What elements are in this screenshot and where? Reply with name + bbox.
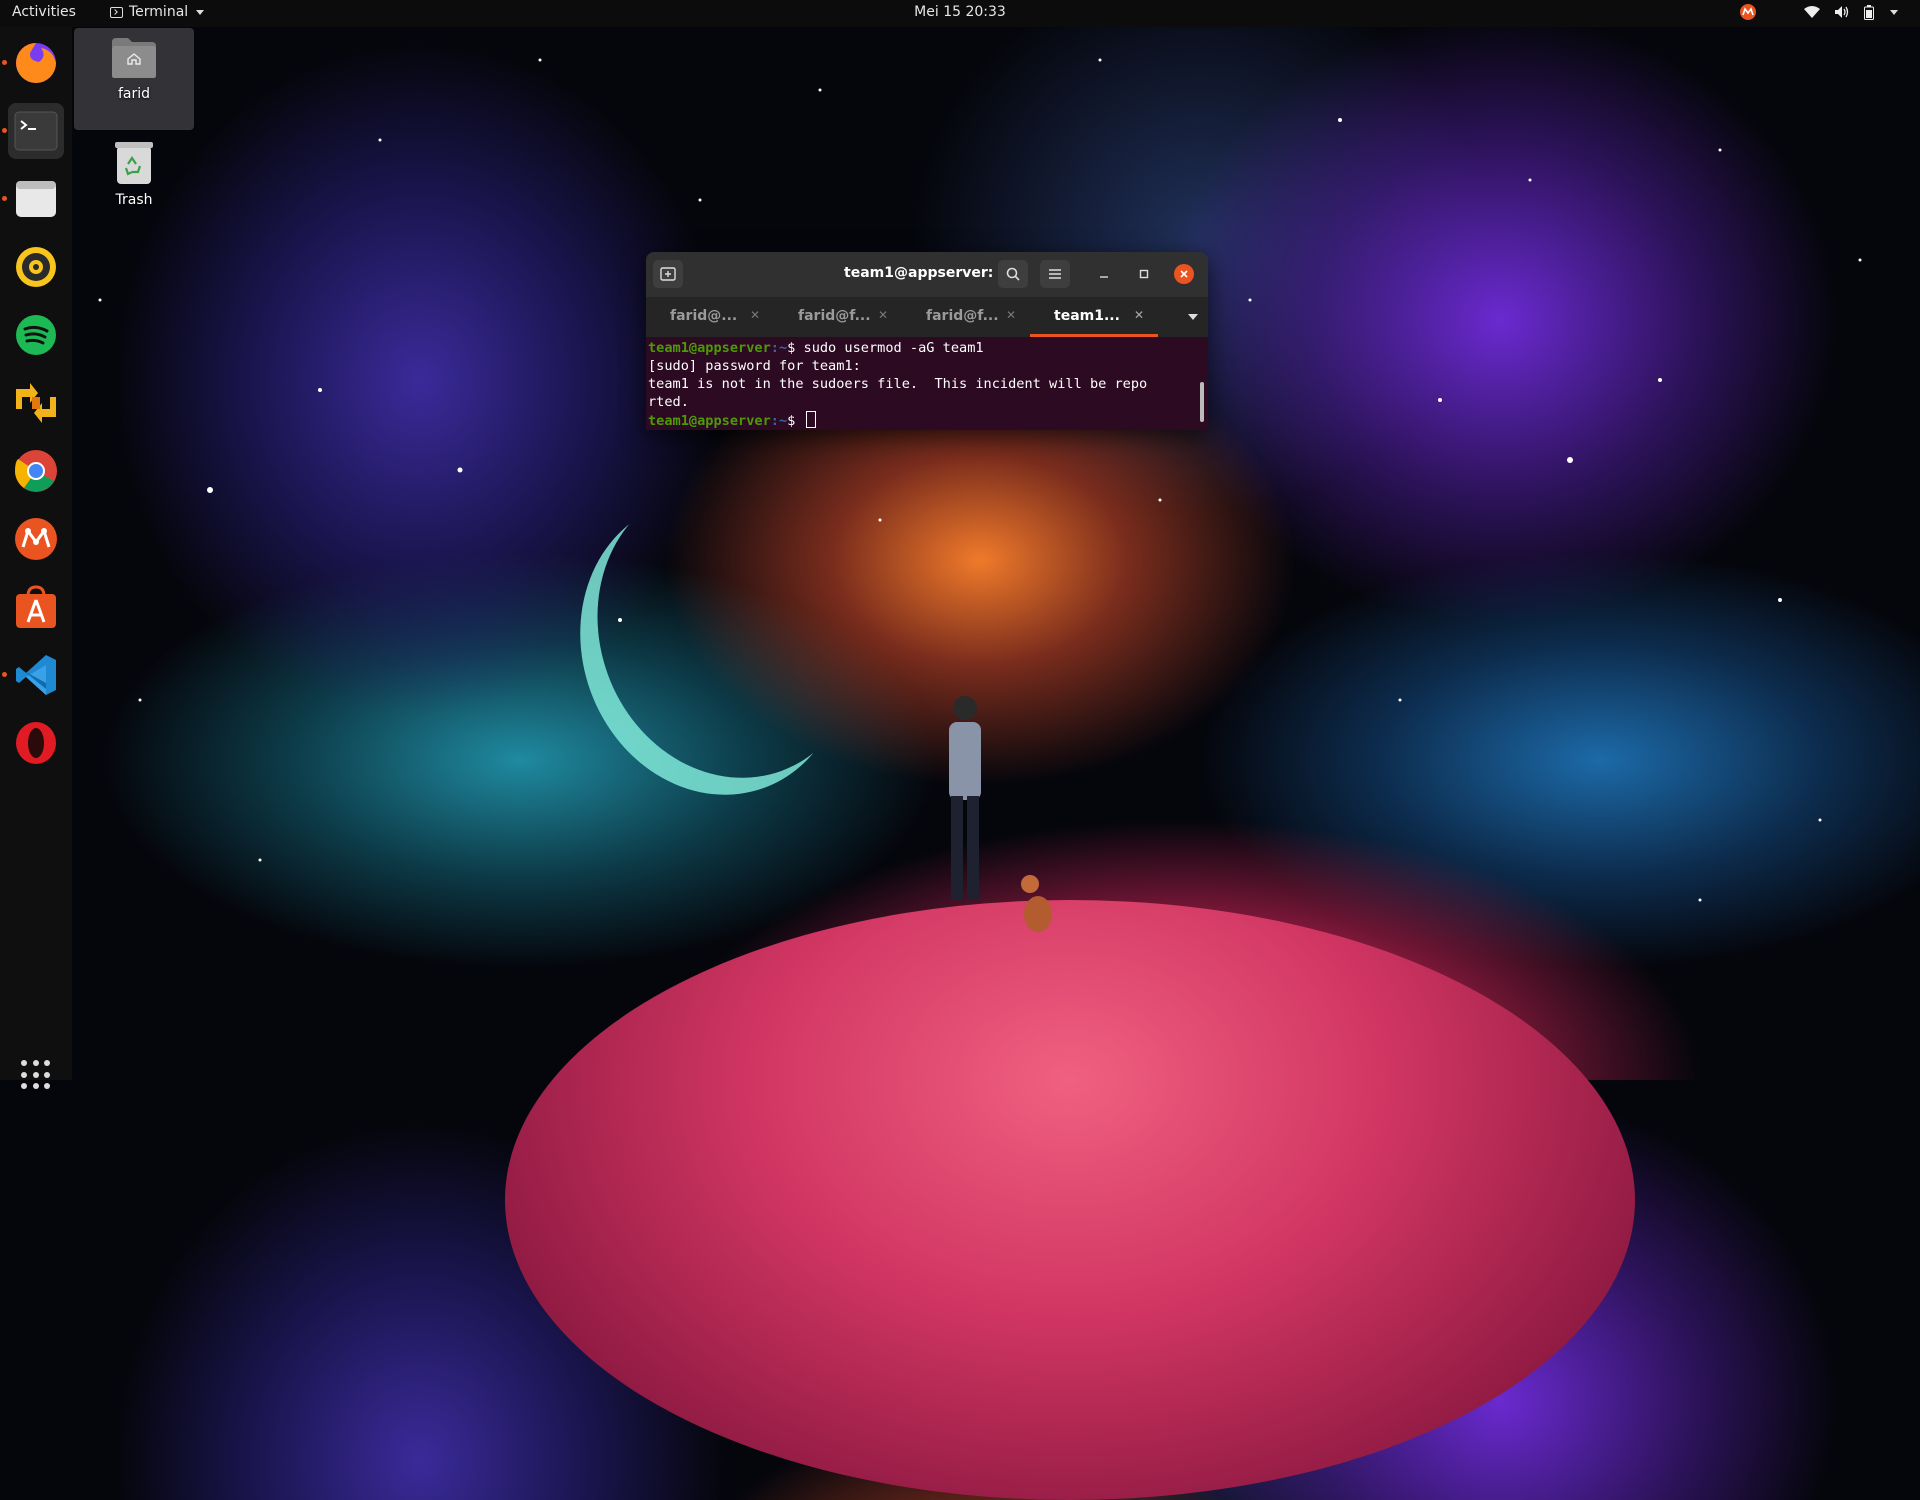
tab-bar: farid@... ✕ farid@f... ✕ farid@f... ✕ te… bbox=[646, 297, 1208, 337]
prompt-user: team1@appserver bbox=[648, 340, 771, 356]
tab-label: farid@f... bbox=[798, 308, 871, 324]
wallpaper-person bbox=[949, 696, 981, 900]
close-icon bbox=[1180, 270, 1188, 278]
dock-opera[interactable] bbox=[8, 715, 64, 771]
scrollbar-thumb[interactable] bbox=[1200, 382, 1204, 422]
clock[interactable]: Mei 15 20:33 bbox=[0, 4, 1920, 20]
app-menu[interactable]: Terminal bbox=[110, 4, 205, 20]
dock-vym[interactable] bbox=[8, 375, 64, 431]
software-center-icon bbox=[16, 585, 56, 628]
search-icon bbox=[1006, 267, 1020, 281]
chrome-icon bbox=[15, 450, 57, 492]
tab-close-icon[interactable]: ✕ bbox=[750, 308, 760, 322]
prompt-user: team1@appserver bbox=[648, 413, 771, 429]
tab-label: farid@f... bbox=[926, 308, 999, 324]
dock-spotify[interactable] bbox=[8, 307, 64, 363]
opera-icon bbox=[16, 722, 56, 764]
desktop-home-folder[interactable]: farid bbox=[74, 28, 194, 130]
tab-3[interactable]: farid@f... ✕ bbox=[902, 297, 1030, 337]
dock-terminal[interactable] bbox=[8, 103, 64, 159]
top-bar: Activities Terminal Mei 15 20:33 bbox=[0, 0, 1920, 27]
app-menu-label: Terminal bbox=[129, 4, 189, 20]
search-button[interactable] bbox=[998, 260, 1028, 288]
prompt-path: :~ bbox=[770, 340, 788, 356]
wifi-icon[interactable] bbox=[1804, 5, 1820, 19]
firefox-icon bbox=[16, 43, 56, 83]
running-indicator bbox=[2, 128, 7, 133]
trash-label: Trash bbox=[115, 192, 153, 208]
close-button[interactable] bbox=[1174, 264, 1194, 284]
ubuntu-mate-icon bbox=[15, 518, 57, 560]
output-line: rted. bbox=[648, 394, 689, 410]
system-tray[interactable] bbox=[1740, 4, 1898, 20]
tab-label: farid@... bbox=[670, 308, 738, 324]
dock-software-center[interactable] bbox=[8, 579, 64, 635]
tab-close-icon[interactable]: ✕ bbox=[878, 308, 888, 322]
tab-label: team1... bbox=[1054, 308, 1120, 324]
terminal-output[interactable]: team1@appserver:~$ sudo usermod -aG team… bbox=[646, 337, 1208, 430]
window-title: team1@appserver: ~ bbox=[844, 265, 1010, 281]
tab-close-icon[interactable]: ✕ bbox=[1134, 308, 1144, 322]
dock-firefox[interactable] bbox=[8, 35, 64, 91]
terminal-icon bbox=[14, 111, 58, 151]
spotify-icon bbox=[16, 315, 56, 355]
wallpaper-cat bbox=[1021, 875, 1052, 932]
tab-4[interactable]: team1... ✕ bbox=[1030, 297, 1158, 337]
dock-files[interactable] bbox=[8, 171, 64, 227]
ubuntu-mate-tray-icon[interactable] bbox=[1740, 4, 1756, 20]
rhythmbox-icon bbox=[16, 247, 56, 287]
hamburger-menu-icon bbox=[1049, 269, 1061, 279]
output-line: [sudo] password for team1: bbox=[648, 358, 861, 374]
maximize-icon bbox=[1139, 269, 1149, 279]
minimize-button[interactable] bbox=[1094, 264, 1114, 284]
vscode-icon bbox=[16, 655, 56, 695]
dock-vscode[interactable] bbox=[8, 647, 64, 703]
trash-icon bbox=[115, 142, 153, 184]
battery-icon[interactable] bbox=[1864, 4, 1874, 20]
command-text: $ sudo usermod -aG team1 bbox=[787, 340, 984, 356]
prompt-path: :~ bbox=[770, 413, 788, 429]
home-folder-label: farid bbox=[117, 86, 151, 102]
tab-2[interactable]: farid@f... ✕ bbox=[774, 297, 902, 337]
tab-list-dropdown-icon[interactable] bbox=[1188, 314, 1198, 320]
running-indicator bbox=[2, 60, 7, 65]
volume-icon[interactable] bbox=[1834, 5, 1850, 19]
prompt-symbol: $ bbox=[787, 413, 804, 429]
hamburger-menu-button[interactable] bbox=[1040, 260, 1070, 288]
dock-ubuntu-mate[interactable] bbox=[8, 511, 64, 567]
terminal-small-icon bbox=[110, 6, 123, 18]
output-line: team1 is not in the sudoers file. This i… bbox=[648, 376, 1148, 392]
new-tab-icon bbox=[660, 267, 676, 281]
tab-close-icon[interactable]: ✕ bbox=[1006, 308, 1016, 322]
tab-1[interactable]: farid@... ✕ bbox=[646, 297, 774, 337]
system-menu-chevron-icon[interactable] bbox=[1890, 9, 1898, 15]
files-icon bbox=[16, 181, 56, 217]
maximize-button[interactable] bbox=[1134, 264, 1154, 284]
desktop-trash[interactable]: Trash bbox=[74, 140, 194, 208]
running-indicator bbox=[2, 196, 7, 201]
minimize-icon bbox=[1100, 276, 1108, 278]
running-indicator bbox=[2, 672, 7, 677]
terminal-headerbar[interactable]: team1@appserver: ~ bbox=[646, 252, 1208, 297]
show-applications-button[interactable] bbox=[21, 1060, 51, 1090]
activities-button[interactable]: Activities bbox=[12, 4, 76, 20]
text-cursor bbox=[805, 411, 816, 428]
dock-chrome[interactable] bbox=[8, 443, 64, 499]
chevron-down-icon bbox=[196, 9, 205, 15]
wallpaper-planet bbox=[505, 900, 1635, 1500]
wallpaper-moon bbox=[557, 445, 904, 816]
terminal-window[interactable]: team1@appserver: ~ farid@... ✕ farid@f..… bbox=[646, 252, 1208, 430]
dock-rhythmbox[interactable] bbox=[8, 239, 64, 295]
new-tab-button[interactable] bbox=[653, 260, 683, 288]
home-folder-icon bbox=[112, 38, 156, 78]
dock bbox=[0, 27, 72, 1090]
vym-mindmap-icon bbox=[16, 383, 56, 423]
